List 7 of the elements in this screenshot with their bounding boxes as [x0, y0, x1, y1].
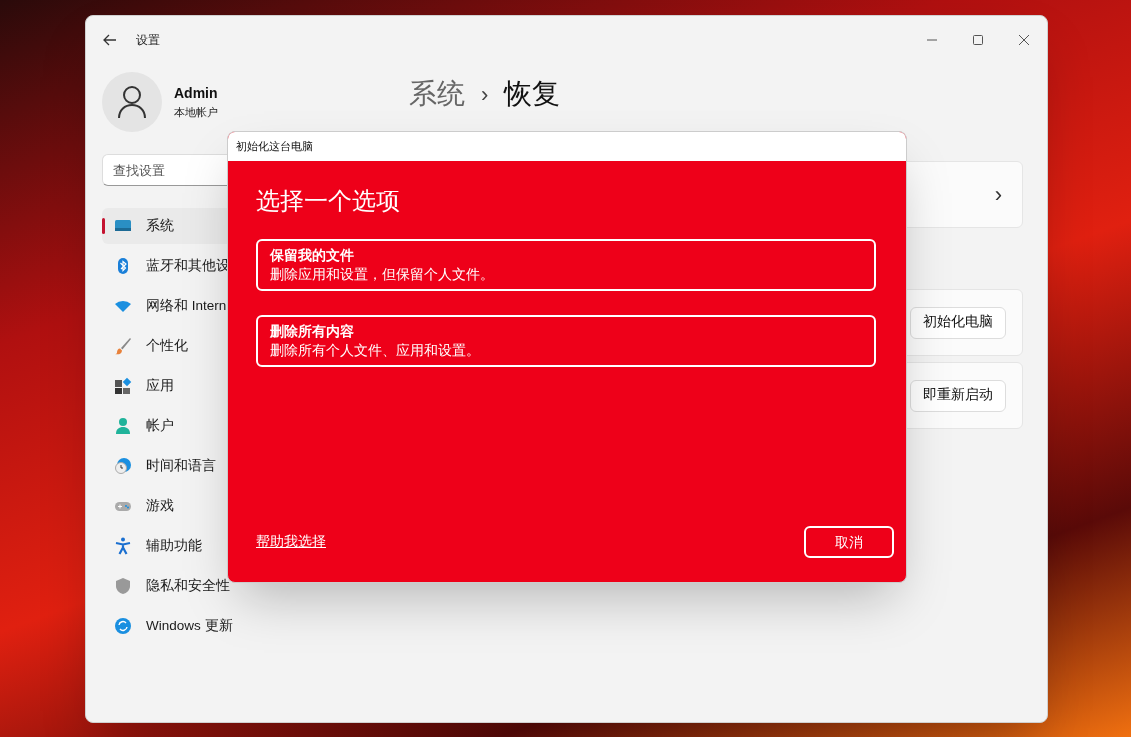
window-title: 设置: [136, 32, 160, 49]
page-title: 恢复: [504, 77, 561, 111]
dialog-title: 初始化这台电脑: [236, 139, 313, 155]
account-type: 本地帐户: [174, 105, 218, 121]
breadcrumb-separator: ›: [481, 80, 489, 109]
account-name: Admin: [174, 84, 218, 104]
dialog-heading: 选择一个选项: [256, 186, 401, 216]
